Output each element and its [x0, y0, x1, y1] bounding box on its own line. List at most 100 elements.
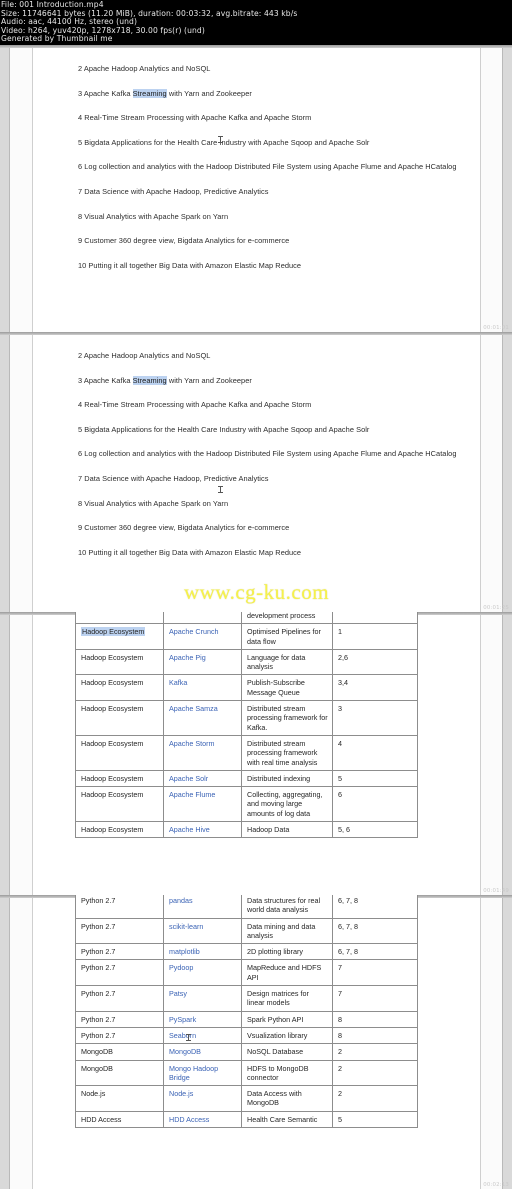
table-cell-c0[interactable]: Hadoop Ecosystem: [75, 648, 164, 676]
table-cell-c1[interactable]: matplotlib: [163, 943, 242, 961]
table-cell-c0[interactable]: [75, 612, 164, 625]
table-cell-c1[interactable]: Patsy: [163, 985, 242, 1012]
thumbnail-panel-4[interactable]: Python 2.7 pandas Data structures for real…: [0, 895, 512, 1189]
table-cell-c0[interactable]: MongoDB: [75, 1059, 164, 1087]
table-row[interactable]: Hadoop Ecosystem Apache Samza Distributed …: [75, 700, 418, 736]
table-row[interactable]: HDD Access HDD Access Health Care Semantic…: [75, 1110, 418, 1129]
selected-text-highlight[interactable]: Streaming: [132, 88, 167, 98]
table-cell-c1[interactable]: Seaborn: [163, 1026, 242, 1045]
table-cell-c0[interactable]: Hadoop Ecosystem: [75, 674, 164, 702]
table-cell-c2[interactable]: Distributed indexing: [241, 769, 333, 788]
table-cell-c0[interactable]: Python 2.7: [75, 1026, 164, 1045]
table-cell-c3[interactable]: 2: [332, 1043, 418, 1061]
table-cell-c2[interactable]: MapReduce and HDFS API: [241, 959, 333, 987]
table-cell-c1[interactable]: HDD Access: [163, 1110, 242, 1129]
table-cell-c2[interactable]: Distributed stream processing framework …: [241, 734, 333, 771]
table-row[interactable]: Python 2.7 PySpark Spark Python API 8: [75, 1010, 418, 1028]
thumbnail-panel-2[interactable]: 2 Apache Hadoop Analytics and NoSQL 3 Apa…: [0, 332, 512, 612]
table-row[interactable]: Hadoop Ecosystem Apache Solr Distributed i…: [75, 769, 418, 788]
table-row[interactable]: Python 2.7 Seaborn Vsualization library 8: [75, 1026, 418, 1045]
table-cell-c3[interactable]: [332, 612, 418, 625]
table-cell-c0[interactable]: Hadoop Ecosystem: [75, 821, 164, 839]
table-cell-c3[interactable]: 8: [332, 1026, 418, 1045]
table-cell-c1[interactable]: Kafka: [163, 674, 242, 702]
thumbnail-panel-1[interactable]: 2 Apache Hadoop Analytics and NoSQL 3 Apa…: [0, 45, 512, 332]
table-cell-c2[interactable]: development process: [241, 612, 333, 625]
table-cell-c2[interactable]: Optimised Pipelines for data flow: [241, 623, 333, 650]
table-cell-c3[interactable]: 6, 7, 8: [332, 917, 418, 945]
table-row[interactable]: Hadoop Ecosystem Apache Crunch Optimised P…: [75, 623, 418, 650]
table-cell-c1[interactable]: Apache Hive: [163, 821, 242, 839]
table-cell-c0[interactable]: HDD Access: [75, 1110, 164, 1129]
table-cell-c2[interactable]: Data Access with MongoDB: [241, 1085, 333, 1112]
table-row[interactable]: development process: [75, 612, 418, 625]
table-cell-c0[interactable]: Python 2.7: [75, 1010, 164, 1028]
table-cell-c2[interactable]: Spark Python API: [241, 1010, 333, 1028]
table-cell-c1[interactable]: Pydoop: [163, 959, 242, 987]
table-cell-c2[interactable]: NoSQL Database: [241, 1043, 333, 1061]
table-cell-c3[interactable]: 8: [332, 1010, 418, 1028]
table-cell-c3[interactable]: 4: [332, 734, 418, 771]
table-row[interactable]: Hadoop Ecosystem Apache Storm Distributed …: [75, 734, 418, 771]
table-cell-c1[interactable]: Apache Crunch: [163, 623, 242, 650]
table-row[interactable]: Python 2.7 Pydoop MapReduce and HDFS API 7: [75, 959, 418, 987]
table-row[interactable]: Hadoop Ecosystem Apache Flume Collecting, …: [75, 786, 418, 823]
table-cell-c3[interactable]: 6: [332, 786, 418, 823]
selected-cell-highlight[interactable]: Hadoop Ecosystem: [81, 627, 146, 637]
table-cell-c1[interactable]: MongoDB: [163, 1043, 242, 1061]
table-cell-c0[interactable]: MongoDB: [75, 1043, 164, 1061]
table-cell-c3[interactable]: 1: [332, 623, 418, 650]
table-row[interactable]: Hadoop Ecosystem Apache Hive Hadoop Data 5,…: [75, 821, 418, 839]
table-cell-c3[interactable]: 6, 7, 8: [332, 943, 418, 961]
table-cell-c0[interactable]: Hadoop Ecosystem: [75, 623, 164, 650]
table-row[interactable]: Python 2.7 Patsy Design matrices for linea…: [75, 985, 418, 1012]
table-cell-c2[interactable]: Publish-Subscribe Message Queue: [241, 674, 333, 702]
table-row[interactable]: Node.js Node.js Data Access with MongoDB 2: [75, 1085, 418, 1112]
table-cell-c2[interactable]: 2D plotting library: [241, 943, 333, 961]
table-cell-c0[interactable]: Hadoop Ecosystem: [75, 734, 164, 771]
table-cell-c3[interactable]: 6, 7, 8: [332, 895, 418, 919]
table-cell-c3[interactable]: 5: [332, 769, 418, 788]
table-cell-c0[interactable]: Node.js: [75, 1085, 164, 1112]
table-cell-c0[interactable]: Python 2.7: [75, 895, 164, 919]
table-row[interactable]: Python 2.7 matplotlib 2D plotting library 6…: [75, 943, 418, 961]
table-row[interactable]: Hadoop Ecosystem Kafka Publish-Subscribe M…: [75, 674, 418, 702]
table-cell-c3[interactable]: 7: [332, 959, 418, 987]
table-cell-c1[interactable]: Apache Flume: [163, 786, 242, 823]
table-cell-c1[interactable]: Apache Storm: [163, 734, 242, 771]
table-cell-c3[interactable]: 3: [332, 700, 418, 736]
table-cell-c2[interactable]: Health Care Semantic: [241, 1110, 333, 1129]
table-cell-c1[interactable]: Apache Samza: [163, 700, 242, 736]
table-cell-c0[interactable]: Hadoop Ecosystem: [75, 769, 164, 788]
table-cell-c2[interactable]: Data mining and data analysis: [241, 917, 333, 945]
table-cell-c3[interactable]: 5: [332, 1110, 418, 1129]
table-row[interactable]: Python 2.7 scikit-learn Data mining and da…: [75, 917, 418, 945]
table-cell-c1[interactable]: [163, 612, 242, 625]
table-cell-c2[interactable]: Data structures for real world data anal…: [241, 895, 333, 919]
table-cell-c2[interactable]: Language for data analysis: [241, 648, 333, 676]
table-cell-c0[interactable]: Hadoop Ecosystem: [75, 786, 164, 823]
table-row[interactable]: MongoDB Mongo Hadoop Bridge HDFS to MongoD…: [75, 1059, 418, 1087]
table-cell-c2[interactable]: HDFS to MongoDB connector: [241, 1059, 333, 1087]
table-cell-c1[interactable]: PySpark: [163, 1010, 242, 1028]
table-row[interactable]: Hadoop Ecosystem Apache Pig Language for d…: [75, 648, 418, 676]
table-cell-c2[interactable]: Collecting, aggregating, and moving larg…: [241, 786, 333, 823]
table-cell-c3[interactable]: 3,4: [332, 674, 418, 702]
table-cell-c2[interactable]: Design matrices for linear models: [241, 985, 333, 1012]
table-cell-c3[interactable]: 2: [332, 1059, 418, 1087]
table-cell-c1[interactable]: pandas: [163, 895, 242, 919]
table-row[interactable]: Python 2.7 pandas Data structures for real…: [75, 895, 418, 919]
table-cell-c2[interactable]: Hadoop Data: [241, 821, 333, 839]
table-cell-c2[interactable]: Distributed stream processing framework …: [241, 700, 333, 736]
table-cell-c1[interactable]: scikit-learn: [163, 917, 242, 945]
table-cell-c1[interactable]: Apache Pig: [163, 648, 242, 676]
table-cell-c2[interactable]: Vsualization library: [241, 1026, 333, 1045]
table-cell-c3[interactable]: 5, 6: [332, 821, 418, 839]
table-row[interactable]: MongoDB MongoDB NoSQL Database 2: [75, 1043, 418, 1061]
table-cell-c3[interactable]: 7: [332, 985, 418, 1012]
table-cell-c1[interactable]: Mongo Hadoop Bridge: [163, 1059, 242, 1087]
table-cell-c0[interactable]: Python 2.7: [75, 943, 164, 961]
table-cell-c0[interactable]: Python 2.7: [75, 985, 164, 1012]
table-cell-c0[interactable]: Python 2.7: [75, 959, 164, 987]
table-cell-c1[interactable]: Apache Solr: [163, 769, 242, 788]
